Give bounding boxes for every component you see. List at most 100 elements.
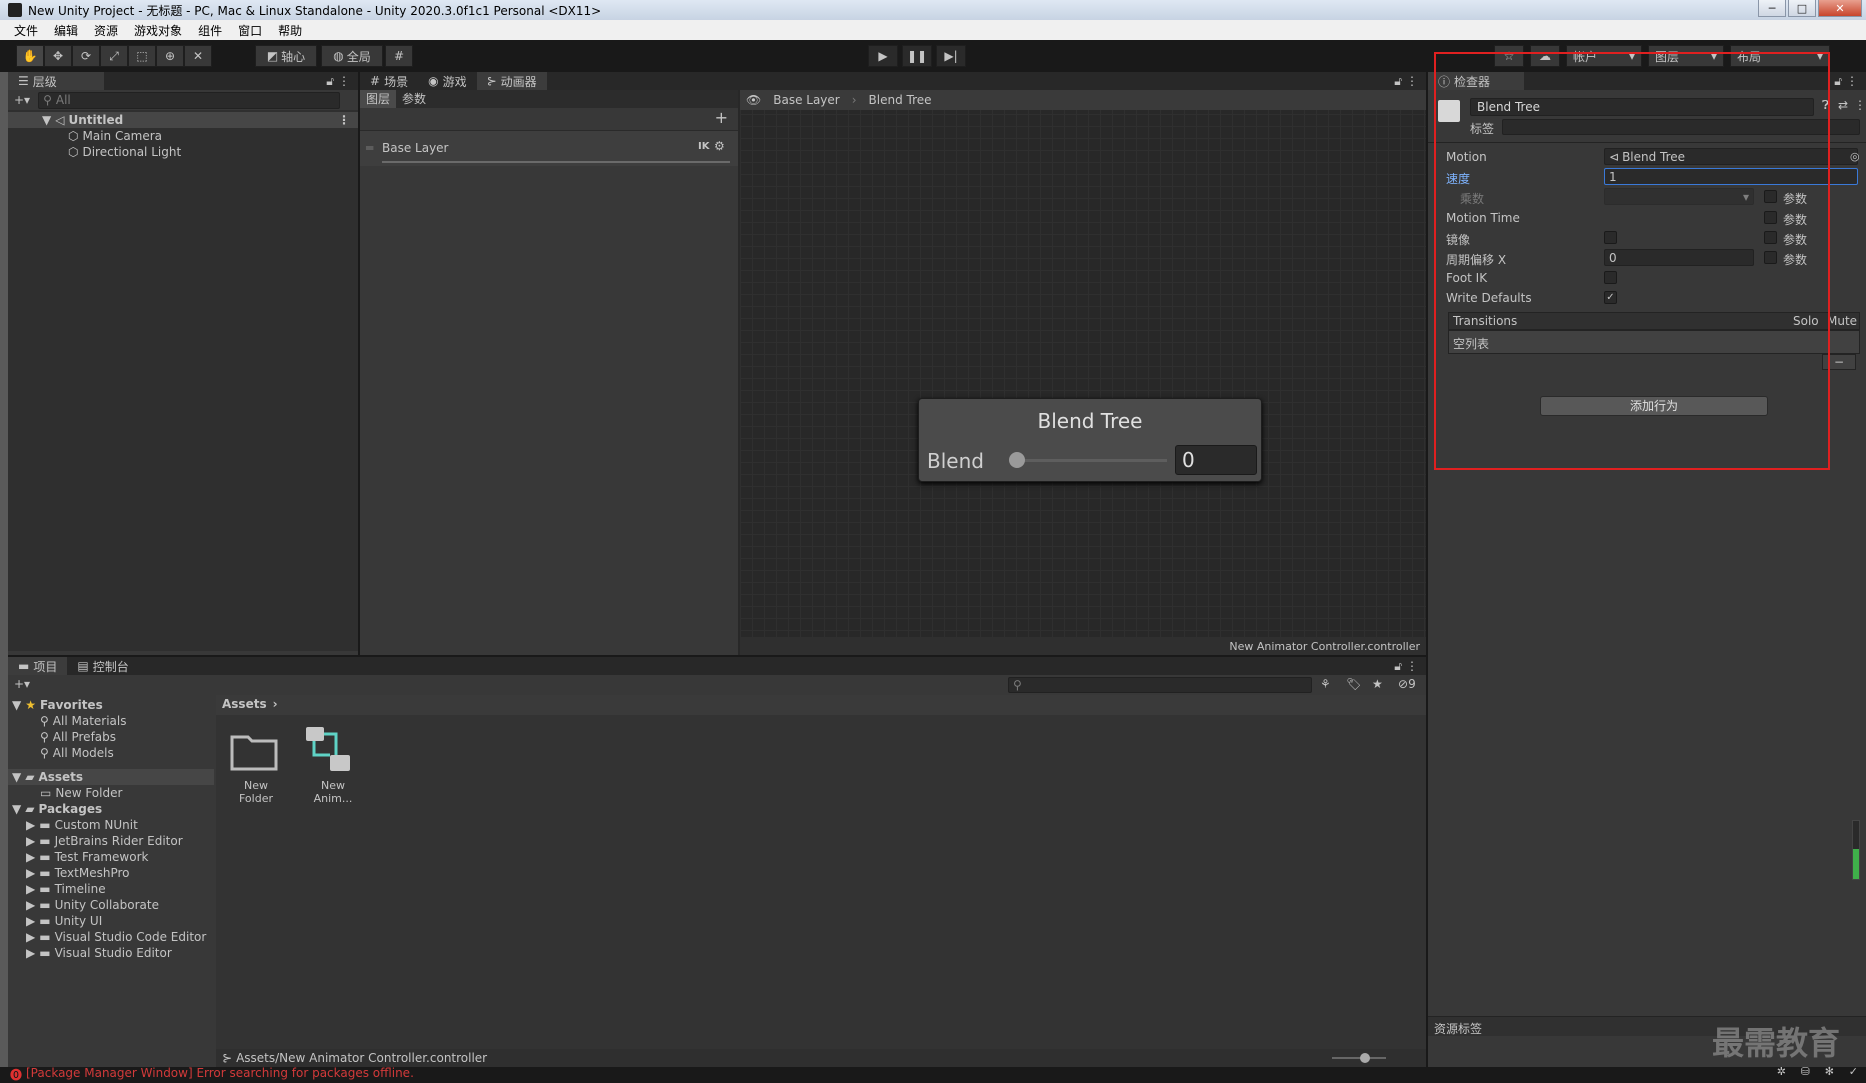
object-picker-icon[interactable]: ◎ xyxy=(1850,150,1860,163)
scale-tool-icon[interactable]: ⤢ xyxy=(100,45,128,67)
base-layer-row[interactable]: ═ Base Layer IK ⚙ xyxy=(360,130,738,166)
check-icon[interactable]: ✓ xyxy=(1849,1065,1858,1078)
menu-window[interactable]: 窗口 xyxy=(238,22,262,39)
hierarchy-item[interactable]: ⬡ Directional Light xyxy=(8,144,358,160)
more-menu-icon[interactable]: ⋮ xyxy=(1846,74,1858,88)
list-item[interactable]: ▶ ▬ Visual Studio Code Editor xyxy=(8,929,214,945)
project-search[interactable]: ⚲ xyxy=(1008,677,1312,693)
debug-icon[interactable]: ✲ xyxy=(1777,1065,1786,1078)
tab-parameters[interactable]: 参数 xyxy=(396,90,432,108)
folder-icon: ▬ xyxy=(39,914,51,928)
more-menu-icon[interactable]: ⋮ xyxy=(1406,74,1418,88)
packages-row[interactable]: ▼ ▰ Packages xyxy=(8,801,214,817)
search-by-type-icon[interactable]: ⚘ xyxy=(1320,677,1331,691)
list-item[interactable]: ▶ ▬ Timeline xyxy=(8,881,214,897)
scrollbar[interactable] xyxy=(1852,820,1860,880)
list-item[interactable]: ▭ New Folder xyxy=(8,785,214,801)
tab-project[interactable]: ▬ 项目 xyxy=(8,657,68,675)
add-layer-button[interactable]: + xyxy=(715,108,728,127)
lock-icon[interactable]: 🔓︎ xyxy=(1834,74,1842,89)
minimize-button[interactable]: ─ xyxy=(1758,0,1786,17)
hidden-packages-toggle[interactable]: ⊘ 9 xyxy=(1398,677,1416,691)
drag-handle-icon[interactable]: ═ xyxy=(366,141,373,155)
blend-value-field[interactable]: 0 xyxy=(1175,445,1257,475)
tab-scene[interactable]: # 场景 xyxy=(360,72,418,90)
hand-tool-icon[interactable]: ✋ xyxy=(16,45,44,67)
rect-tool-icon[interactable]: ⬚ xyxy=(128,45,156,67)
pivot-toggle[interactable]: ◩ 轴心 xyxy=(255,45,317,67)
list-item[interactable]: ▶ ▬ Custom NUnit xyxy=(8,817,214,833)
lock-icon[interactable]: 🔓︎ xyxy=(326,74,334,89)
window-title-bar: New Unity Project - 无标题 - PC, Mac & Linu… xyxy=(0,0,1866,20)
blend-slider-track[interactable] xyxy=(1017,459,1167,462)
lock-icon[interactable]: 🔓︎ xyxy=(1394,74,1402,89)
more-menu-icon[interactable]: ⋮ xyxy=(1406,659,1418,673)
asset-tile[interactable]: New Folder xyxy=(226,725,286,805)
list-item[interactable]: ▶ ▬ Test Framework xyxy=(8,849,214,865)
move-tool-icon[interactable]: ✥ xyxy=(44,45,72,67)
assets-row[interactable]: ▼ ▰ Assets xyxy=(8,769,214,785)
zoom-slider[interactable] xyxy=(1332,1053,1386,1063)
scene-row[interactable]: ▼ ◁ Untitled ⋮ xyxy=(8,112,358,128)
tab-layers[interactable]: 图层 xyxy=(360,90,397,108)
tab-game[interactable]: ◉ 游戏 xyxy=(418,72,477,90)
pause-button[interactable]: ❚❚ xyxy=(902,45,932,67)
favorites-row[interactable]: ▼ ★ Favorites xyxy=(8,697,214,713)
list-item[interactable]: ▶ ▬ Visual Studio Editor xyxy=(8,945,214,961)
list-item[interactable]: ⚲ All Materials xyxy=(8,713,214,729)
expand-arrow-icon: ▶ xyxy=(26,850,36,864)
play-button[interactable]: ▶ xyxy=(868,45,898,67)
hierarchy-search[interactable]: ⚲ All xyxy=(38,91,341,109)
status-error-message[interactable]: [Package Manager Window] Error searching… xyxy=(26,1066,414,1080)
breadcrumb-assets[interactable]: Assets xyxy=(222,697,267,713)
global-toggle[interactable]: ◍ 全局 xyxy=(321,45,383,67)
add-icon[interactable]: +▾ xyxy=(14,93,30,107)
tab-hierarchy[interactable]: ☰ 层级 xyxy=(8,72,104,90)
menu-file[interactable]: 文件 xyxy=(14,22,38,39)
list-item[interactable]: ⚲ All Prefabs xyxy=(8,729,214,745)
network-icon[interactable]: ⛁ xyxy=(1801,1065,1810,1078)
list-item[interactable]: ▶ ▬ Unity UI xyxy=(8,913,214,929)
folder-icon: ▬ xyxy=(39,866,51,880)
hierarchy-item[interactable]: ⬡ Main Camera xyxy=(8,128,358,144)
search-by-label-icon[interactable]: 🏷︎ xyxy=(1346,677,1361,691)
list-item[interactable]: ▶ ▬ TextMeshPro xyxy=(8,865,214,881)
more-menu-icon[interactable]: ⋮ xyxy=(1854,98,1866,112)
breadcrumb-blend-tree[interactable]: Blend Tree xyxy=(863,93,938,107)
asset-tile[interactable]: New Anim... xyxy=(300,725,366,805)
transform-tool-icon[interactable]: ⊕ xyxy=(156,45,184,67)
list-item[interactable]: ▶ ▬ Unity Collaborate xyxy=(8,897,214,913)
tab-animator[interactable]: ⊱ 动画器 xyxy=(476,72,547,90)
watermark: 最需教育 xyxy=(1712,1024,1841,1062)
lock-icon[interactable]: 🔓︎ xyxy=(1394,659,1402,674)
bug-icon[interactable]: ✻ xyxy=(1825,1065,1834,1078)
close-button[interactable]: ✕ xyxy=(1818,0,1862,17)
menu-component[interactable]: 组件 xyxy=(198,22,222,39)
menu-help[interactable]: 帮助 xyxy=(278,22,302,39)
add-icon[interactable]: +▾ xyxy=(14,677,30,691)
menu-assets[interactable]: 资源 xyxy=(94,22,118,39)
preset-icon[interactable]: ⇄ xyxy=(1838,98,1848,112)
gear-icon[interactable]: ⚙ xyxy=(714,139,725,153)
menu-edit[interactable]: 编辑 xyxy=(54,22,78,39)
menu-gameobject[interactable]: 游戏对象 xyxy=(134,22,182,39)
blend-slider-thumb[interactable] xyxy=(1009,452,1025,468)
step-button[interactable]: ▶| xyxy=(936,45,966,67)
layers-subpanel: 图层 参数 + ═ Base Layer IK ⚙ xyxy=(360,90,738,655)
list-item[interactable]: ▶ ▬ JetBrains Rider Editor xyxy=(8,833,214,849)
blend-tree-node[interactable]: Blend Tree Blend 0 xyxy=(918,398,1262,482)
asset-labels-label: 资源标签 xyxy=(1434,1022,1483,1036)
rotate-tool-icon[interactable]: ⟳ xyxy=(72,45,100,67)
hierarchy-search-placeholder: All xyxy=(55,93,71,107)
maximize-button[interactable]: □ xyxy=(1788,0,1816,17)
more-menu-icon[interactable]: ⋮ xyxy=(338,112,350,128)
list-item[interactable]: ⚲ All Models xyxy=(8,745,214,761)
more-menu-icon[interactable]: ⋮ xyxy=(338,74,350,88)
eye-icon[interactable]: 👁︎ xyxy=(746,93,761,107)
animator-graph[interactable]: 👁︎ Base Layer › Blend Tree Blend Tree Bl… xyxy=(740,90,1426,637)
custom-tool-icon[interactable]: ✕ xyxy=(184,45,212,67)
tab-console[interactable]: ▤ 控制台 xyxy=(67,657,138,675)
breadcrumb-base-layer[interactable]: Base Layer xyxy=(767,93,846,107)
favorite-icon[interactable]: ★ xyxy=(1372,677,1383,691)
grid-snap-icon[interactable]: # xyxy=(385,45,413,67)
